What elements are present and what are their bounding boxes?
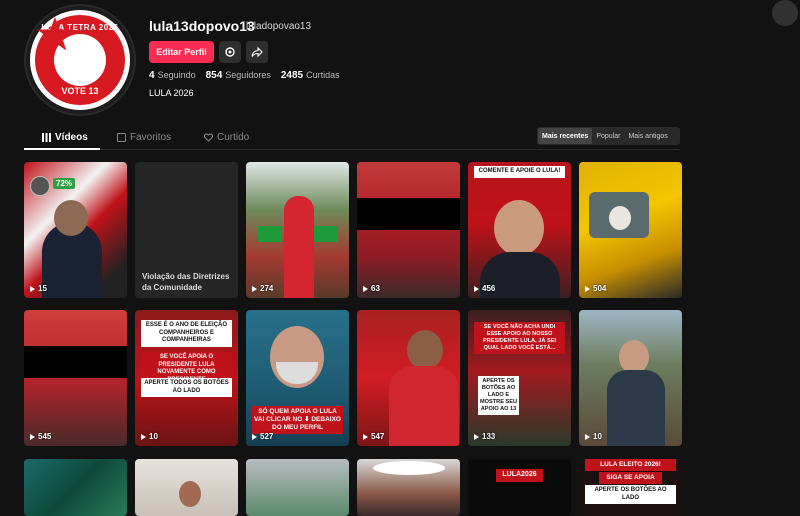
video-caption: APERTE OS BOTÕES AO LADO: [585, 485, 676, 504]
video-tile[interactable]: 10: [579, 310, 682, 446]
video-tile[interactable]: SE VOCÊ NÃO ACHA UNDI ESSE APOIO AO NOSS…: [468, 310, 571, 446]
redaction-bar: [24, 346, 127, 378]
grid-icon: [42, 133, 51, 142]
view-count: 527: [252, 432, 273, 441]
video-tile[interactable]: 545: [24, 310, 127, 446]
play-icon: [363, 433, 368, 440]
share-icon: [251, 46, 263, 58]
play-icon: [474, 433, 479, 440]
edit-profile-button[interactable]: Editar Perfil: [149, 41, 214, 63]
video-caption: APERTE TODOS OS BOTÕES AO LADO: [141, 378, 232, 397]
view-count: 10: [141, 432, 158, 441]
video-caption: LULA2026: [496, 469, 543, 482]
view-count: 10: [585, 432, 602, 441]
redaction-bar: [357, 198, 460, 230]
view-count: 274: [252, 284, 273, 293]
play-icon: [252, 433, 257, 440]
likes-stat: 2485 Curtidas: [280, 70, 340, 81]
video-tile[interactable]: ESSE É O ANO DE ELEIÇÃO COMPANHEIROS E C…: [135, 310, 238, 446]
avatar: [30, 176, 50, 196]
sort-selector: Mais recentes Popular Mais antigos: [537, 127, 680, 145]
share-button[interactable]: [246, 41, 268, 63]
tab-liked[interactable]: Curtido: [204, 132, 249, 143]
view-count: 456: [474, 284, 495, 293]
video-tile[interactable]: 504: [579, 162, 682, 298]
play-icon: [141, 433, 146, 440]
video-caption: SIGA SE APOIA: [599, 472, 662, 485]
video-tile[interactable]: 274: [246, 162, 349, 298]
play-icon: [252, 285, 257, 292]
sort-recent[interactable]: Mais recentes: [538, 128, 593, 144]
percent-badge: 72%: [53, 178, 76, 189]
profile-username: lula13dopovo13: [149, 18, 255, 34]
profile-avatar[interactable]: LULA TETRA 2026 VOTE 13: [24, 4, 136, 116]
avatar-logo: LULA TETRA 2026 VOTE 13: [30, 10, 130, 110]
video-tile[interactable]: [135, 459, 238, 516]
settings-button[interactable]: [219, 41, 241, 63]
bookmark-icon: [117, 133, 126, 142]
removed-notice: Violação das Diretrizes da Comunidade: [142, 272, 230, 293]
profile-nickname: luladopovao13: [246, 21, 312, 32]
profile-stats: 4 Seguindo 854 Seguidores 2485 Curtidas: [149, 70, 340, 81]
video-tile[interactable]: [246, 459, 349, 516]
play-icon: [585, 285, 590, 292]
view-count: 133: [474, 432, 495, 441]
video-caption: APERTE OS BOTÕES AO LADO E MOSTRE SEU AP…: [478, 376, 519, 415]
play-icon: [474, 285, 479, 292]
sort-oldest[interactable]: Mais antigos: [624, 128, 671, 144]
video-tile[interactable]: SÓ QUEM APOIA O LULA VAI CLICAR NO ⬇ DEB…: [246, 310, 349, 446]
video-caption: COMENTE E APOIE O LULA!: [474, 166, 565, 178]
video-caption: SE VOCÊ NÃO ACHA UNDI ESSE APOIO AO NOSS…: [474, 322, 565, 354]
view-count: 63: [363, 284, 380, 293]
video-caption: LULA ELEITO 2026!: [585, 459, 676, 472]
video-tile[interactable]: [24, 459, 127, 516]
video-tile[interactable]: 63: [357, 162, 460, 298]
video-tile[interactable]: LULA2026: [468, 459, 571, 516]
avatar-bottom-text: VOTE 13: [61, 86, 99, 96]
followers-stat[interactable]: 854 Seguidores: [206, 70, 271, 81]
profile-bio: LULA 2026: [149, 88, 194, 98]
heart-icon: [204, 133, 213, 142]
star-icon: [37, 17, 106, 86]
video-caption: SÓ QUEM APOIA O LULA VAI CLICAR NO ⬇ DEB…: [252, 406, 343, 435]
tab-videos[interactable]: Vídeos: [42, 132, 88, 143]
tab-favorites[interactable]: Favoritos: [117, 132, 171, 143]
video-tile[interactable]: 72% 15: [24, 162, 127, 298]
view-count: 504: [585, 284, 606, 293]
play-icon: [30, 285, 35, 292]
active-tab-indicator: [24, 148, 100, 150]
view-count: 547: [363, 432, 384, 441]
video-caption: ESSE É O ANO DE ELEIÇÃO COMPANHEIROS E C…: [141, 320, 232, 347]
video-tile[interactable]: LULA ELEITO 2026! SIGA SE APOIA APERTE O…: [579, 459, 682, 516]
floating-button[interactable]: [772, 0, 798, 26]
play-icon: [363, 285, 368, 292]
sort-popular[interactable]: Popular: [592, 128, 624, 144]
video-tile[interactable]: 547: [357, 310, 460, 446]
gear-icon: [225, 47, 235, 57]
view-count: 15: [30, 284, 47, 293]
view-count: 545: [30, 432, 51, 441]
video-tile[interactable]: [357, 459, 460, 516]
play-icon: [30, 433, 35, 440]
following-stat[interactable]: 4 Seguindo: [149, 70, 196, 81]
play-icon: [585, 433, 590, 440]
video-tile[interactable]: COMENTE E APOIE O LULA! 456: [468, 162, 571, 298]
video-tile-removed[interactable]: Violação das Diretrizes da Comunidade: [135, 162, 238, 298]
